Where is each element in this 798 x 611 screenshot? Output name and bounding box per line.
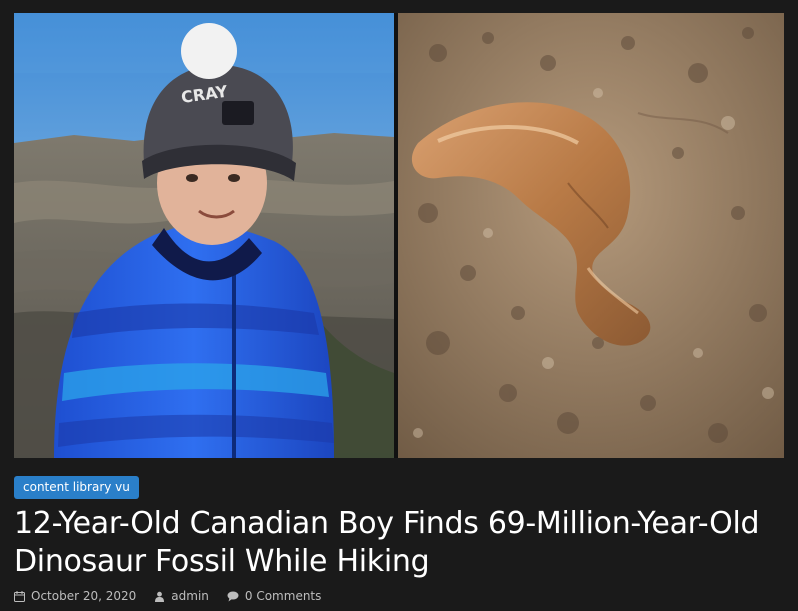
calendar-icon — [14, 590, 25, 602]
meta-author[interactable]: admin — [154, 588, 209, 604]
article-title[interactable]: 12-Year-Old Canadian Boy Finds 69-Millio… — [14, 505, 784, 581]
meta-author-link[interactable]: admin — [171, 588, 209, 604]
meta-comments[interactable]: 0 Comments — [227, 588, 322, 604]
meta-date-link[interactable]: October 20, 2020 — [31, 588, 136, 604]
article-meta: October 20, 2020 admin 0 Comments — [14, 588, 333, 604]
comment-icon — [227, 591, 239, 601]
featured-image[interactable]: CRAY — [14, 13, 784, 458]
category-badge[interactable]: content library vu — [14, 476, 139, 499]
user-icon — [155, 591, 165, 602]
meta-comments-link[interactable]: 0 Comments — [245, 588, 322, 604]
fossil-photo — [398, 13, 784, 458]
article-card: CRAY content library vu 12-Year-Old Cana… — [0, 0, 798, 611]
boy-photo-illustration: CRAY — [14, 13, 394, 458]
fossil-photo-illustration — [398, 13, 784, 458]
boy-photo: CRAY — [14, 13, 394, 458]
meta-date[interactable]: October 20, 2020 — [14, 588, 136, 604]
